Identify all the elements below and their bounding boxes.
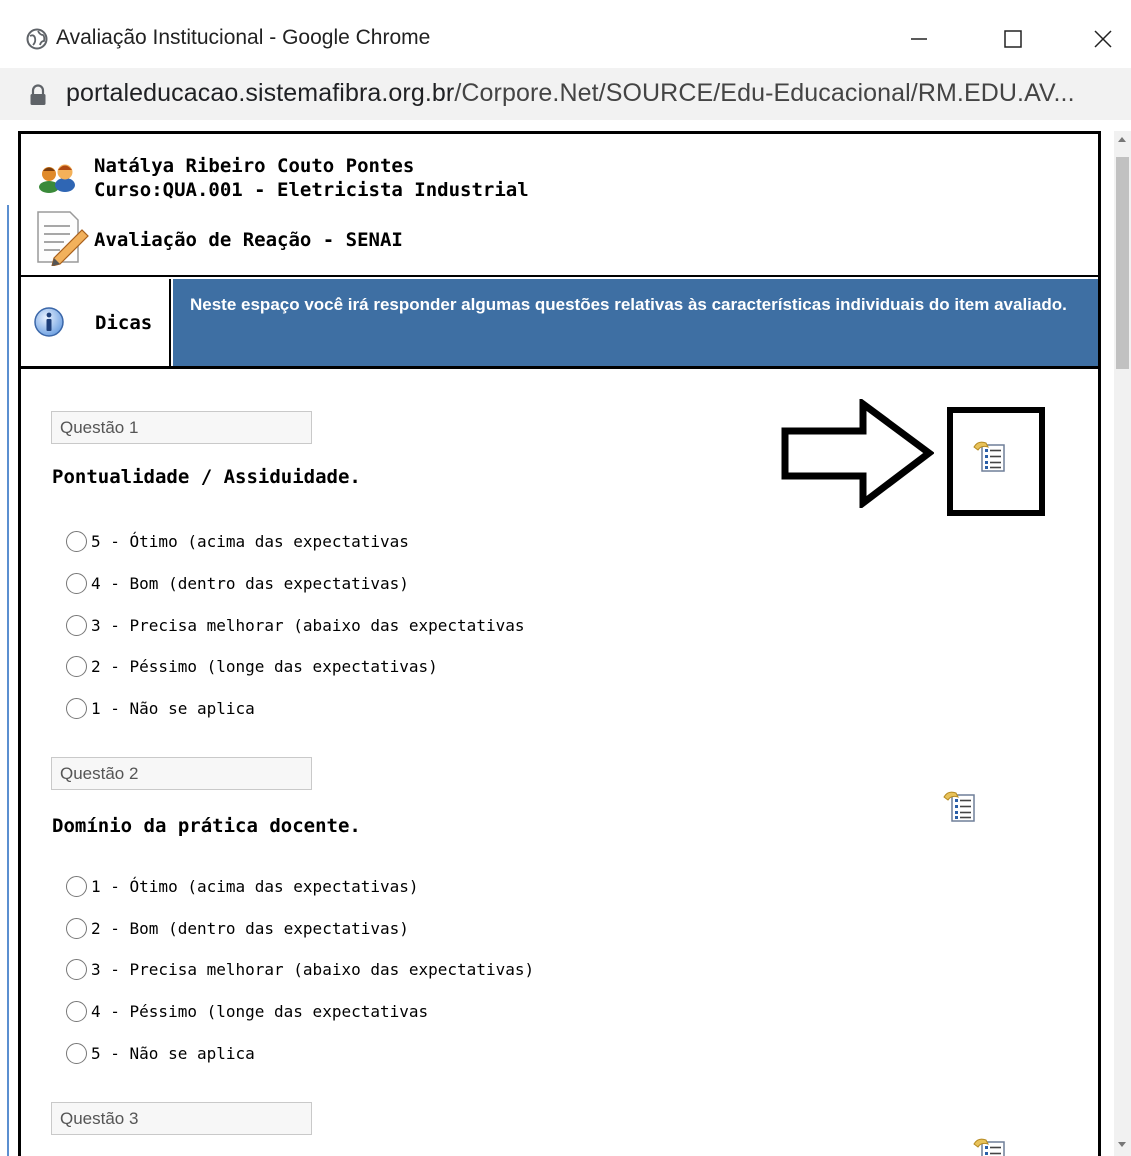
radio-button[interactable] <box>66 958 87 980</box>
option-label: 1 - Não se aplica <box>91 698 255 718</box>
question-2-option-2[interactable]: 2 - Bom (dentro das expectativas) <box>66 915 409 941</box>
tips-text: Neste espaço você irá responder algumas … <box>173 279 1098 366</box>
question-1-option-5[interactable]: 1 - Não se aplica <box>66 695 255 721</box>
question-2-option-3[interactable]: 3 - Precisa melhorar (abaixo das expecta… <box>66 956 534 982</box>
option-label: 4 - Péssimo (longe das expectativas <box>91 1001 429 1021</box>
question-1-option-3[interactable]: 3 - Precisa melhorar (abaixo das expecta… <box>66 612 524 638</box>
question-1-option-4[interactable]: 2 - Péssimo (longe das expectativas) <box>66 653 438 679</box>
document-list-icon[interactable] <box>972 439 1008 473</box>
url-path: /Corpore.Net/SOURCE/Edu-Educacional/RM.E… <box>454 79 1075 107</box>
option-label: 4 - Bom (dentro das expectativas) <box>91 573 409 593</box>
question-3-label: Questão 3 <box>51 1102 312 1135</box>
url-text[interactable]: portaleducacao.sistemafibra.org.br/Corpo… <box>66 79 1075 108</box>
question-2-label: Questão 2 <box>51 757 312 790</box>
option-label: 1 - Ótimo (acima das expectativas) <box>91 876 419 896</box>
question-2-option-5[interactable]: 5 - Não se aplica <box>66 1040 255 1066</box>
vertical-scrollbar[interactable] <box>1114 131 1131 1156</box>
minimize-icon[interactable] <box>896 16 942 62</box>
scroll-down-arrow-icon[interactable] <box>1118 1142 1126 1147</box>
tips-label: Dicas <box>95 312 153 334</box>
course-name: Curso:QUA.001 - Eletricista Industrial <box>94 179 529 201</box>
question-2-option-1[interactable]: 1 - Ótimo (acima das expectativas) <box>66 873 419 899</box>
option-label: 5 - Não se aplica <box>91 1043 255 1063</box>
evaluation-page: Natálya Ribeiro Couto Pontes Curso:QUA.0… <box>18 131 1101 1156</box>
arrow-annotation <box>781 399 934 508</box>
address-bar[interactable]: portaleducacao.sistemafibra.org.br/Corpo… <box>0 68 1131 120</box>
radio-button[interactable] <box>66 875 87 897</box>
radio-button[interactable] <box>66 614 87 636</box>
document-list-icon[interactable] <box>972 1136 1008 1156</box>
tips-bar: Dicas Neste espaço você irá responder al… <box>21 279 1098 369</box>
option-label: 3 - Precisa melhorar (abaixo das expecta… <box>91 615 525 635</box>
question-2-title: Domínio da prática docente. <box>52 815 361 837</box>
window-title: Avaliação Institucional - Google Chrome <box>56 26 431 49</box>
question-2-option-4[interactable]: 4 - Péssimo (longe das expectativas <box>66 998 428 1024</box>
url-host: portaleducacao.sistemafibra.org.br <box>66 79 455 107</box>
document-list-icon[interactable] <box>942 789 978 823</box>
radio-button[interactable] <box>66 530 87 552</box>
radio-button[interactable] <box>66 572 87 594</box>
edit-document-icon <box>37 211 89 266</box>
user-name: Natálya Ribeiro Couto Pontes <box>94 155 415 177</box>
evaluation-title: Avaliação de Reação - SENAI <box>94 229 403 251</box>
option-label: 2 - Péssimo (longe das expectativas) <box>91 656 438 676</box>
info-icon <box>34 307 64 337</box>
close-icon[interactable] <box>1080 16 1126 62</box>
option-label: 2 - Bom (dentro das expectativas) <box>91 918 409 938</box>
scrollbar-thumb[interactable] <box>1116 157 1129 369</box>
radio-button[interactable] <box>66 917 87 939</box>
option-label: 3 - Precisa melhorar (abaixo das expecta… <box>91 959 535 979</box>
page-header: Natálya Ribeiro Couto Pontes Curso:QUA.0… <box>21 134 1098 277</box>
maximize-icon[interactable] <box>990 16 1036 62</box>
radio-button[interactable] <box>66 1000 87 1022</box>
radio-button[interactable] <box>66 1042 87 1064</box>
left-edge-line <box>7 205 9 1156</box>
question-1-option-1[interactable]: 5 - Ótimo (acima das expectativas <box>66 528 409 554</box>
question-1-title: Pontualidade / Assiduidade. <box>52 466 361 488</box>
radio-button[interactable] <box>66 655 87 677</box>
scroll-up-arrow-icon[interactable] <box>1118 137 1126 142</box>
users-icon <box>39 164 75 193</box>
question-1-option-2[interactable]: 4 - Bom (dentro das expectativas) <box>66 570 409 596</box>
question-1-label: Questão 1 <box>51 411 312 444</box>
lock-icon[interactable] <box>29 84 47 106</box>
option-label: 5 - Ótimo (acima das expectativas <box>91 531 409 551</box>
radio-button[interactable] <box>66 697 87 719</box>
globe-icon <box>26 28 48 50</box>
tips-label-cell: Dicas <box>21 279 171 366</box>
